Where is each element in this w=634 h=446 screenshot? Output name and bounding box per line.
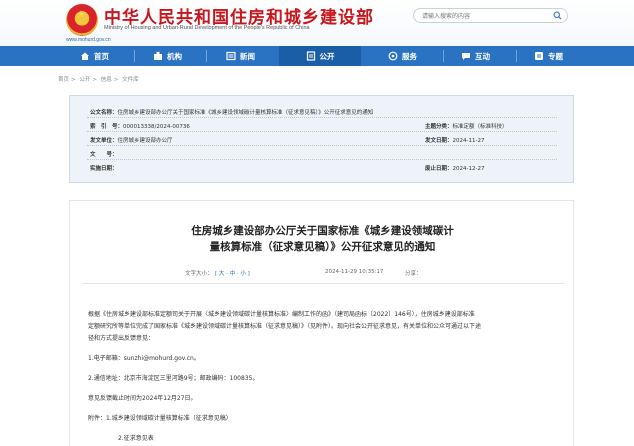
attachment-2[interactable]: 2.征求意见表 xyxy=(118,433,154,442)
info-title-label: 公文名称： xyxy=(90,110,118,116)
nav-label: 专题 xyxy=(548,51,563,61)
nav-divider xyxy=(516,50,517,62)
info-divider xyxy=(87,117,557,118)
contact-email: 1.电子邮箱：sunzhi@mohurd.gov.cn。 xyxy=(88,355,200,362)
site-subtitle: Ministry of Housing and Urban-Rural Deve… xyxy=(104,25,310,31)
home-icon xyxy=(81,52,89,60)
nav-label: 新闻 xyxy=(240,51,255,61)
service-icon xyxy=(388,51,398,61)
info-docno-row: 文 号： xyxy=(90,150,118,158)
breadcrumb-library[interactable]: 文件库 xyxy=(122,77,139,83)
search-box xyxy=(413,8,568,23)
info-category-label: 主题分类： xyxy=(425,124,453,130)
info-abolish-label: 废止日期： xyxy=(425,166,453,172)
nav-label: 互动 xyxy=(475,51,490,61)
attachment-1[interactable]: 附件：1.城乡建设领域碳计量核算标准（征求意见稿） xyxy=(88,413,232,422)
info-org-value: 住房城乡建设部办公厅 xyxy=(117,138,173,144)
font-size-label: 文字大小： xyxy=(185,271,213,277)
info-docno-label: 文 号： xyxy=(90,152,118,158)
info-divider xyxy=(87,159,557,160)
article-paragraph: 根据《住房城乡建设部标准定额司关于开展〈城乡建设领域碳计量核算标准〉编制工作的函… xyxy=(88,311,475,318)
info-abolish-row: 废止日期：2024-12-27 xyxy=(425,164,484,172)
article-paragraph: 定额研究所等单位完成了国家标准《城乡建设领域碳计量核算标准（征求意见稿）》（见附… xyxy=(88,323,482,330)
chat-icon xyxy=(462,53,470,60)
site-header: ★ 中华人民共和国住房和城乡建设部 Ministry of Housing an… xyxy=(0,0,634,46)
nav-divider xyxy=(134,50,135,62)
breadcrumb-separator: > xyxy=(113,77,119,83)
breadcrumb-separator: > xyxy=(71,77,76,83)
article-date: 2024-11-29 10:35:17 xyxy=(325,269,384,275)
info-category-value: 标准定额（标准科技） xyxy=(452,124,508,130)
deadline-text: 意见反馈截止时间为2024年12月27日。 xyxy=(88,395,197,402)
nav-item-home[interactable]: 首页 xyxy=(80,46,109,66)
font-size-switcher[interactable]: [ 大 · 中 · 小 ] xyxy=(215,269,250,277)
nav-item-topic[interactable]: 专题 xyxy=(534,46,563,66)
open-icon xyxy=(306,51,315,61)
nav-label: 服务 xyxy=(402,51,417,61)
emblem-star-icon: ★ xyxy=(76,8,86,21)
main-nav: 首页 机构 新闻 公开 服务 互动 专题 xyxy=(0,46,634,66)
info-org-label: 发文单位： xyxy=(90,138,118,144)
breadcrumb-info[interactable]: 信息 xyxy=(101,77,112,83)
breadcrumb-home[interactable]: 首页 xyxy=(58,77,69,83)
document-info-box: 公文名称：住房城乡建设部办公厅关于国家标准《城乡建设领域碳计量核算标准（征求意见… xyxy=(69,95,574,183)
info-category-row: 主题分类：标准定额（标准科技） xyxy=(425,122,508,130)
share-label: 分享： xyxy=(405,271,422,277)
info-date-value: 2024-11-27 xyxy=(452,138,485,144)
contact-address: 2.通信地址：北京市海淀区三里河路9号；邮政编码：100835。 xyxy=(88,375,259,382)
info-org-row: 发文单位：住房城乡建设部办公厅 xyxy=(90,136,173,144)
info-date-row: 发文日期：2024-11-27 xyxy=(425,136,484,144)
info-effective-label: 实施日期： xyxy=(90,166,118,172)
info-title-value: 住房城乡建设部办公厅关于国家标准《城乡建设领域碳计量核算标准（征求意见稿）》公开… xyxy=(117,110,374,116)
nav-item-interact[interactable]: 互动 xyxy=(461,46,490,66)
info-date-label: 发文日期： xyxy=(425,138,453,144)
nav-label: 首页 xyxy=(94,51,109,61)
info-divider xyxy=(87,131,557,132)
site-url: www.mohurd.gov.cn xyxy=(66,37,111,43)
nav-item-open[interactable]: 公开 xyxy=(279,46,361,66)
info-index-value: 000013338/2024-00736 xyxy=(123,124,190,130)
article-panel: 住房城乡建设部办公厅关于国家标准《城乡建设领域碳计 量核算标准（征求意见稿）》公… xyxy=(69,200,574,446)
nav-label: 公开 xyxy=(319,51,335,61)
meta-divider xyxy=(82,283,564,284)
info-title-row: 公文名称：住房城乡建设部办公厅关于国家标准《城乡建设领域碳计量核算标准（征求意见… xyxy=(90,108,373,116)
article-paragraph: 径和方式提出反馈意见： xyxy=(88,335,155,342)
news-icon xyxy=(226,51,236,61)
nav-divider xyxy=(206,50,207,62)
nav-item-org[interactable]: 机构 xyxy=(153,46,182,66)
info-index-label: 索 引 号： xyxy=(90,124,124,130)
nav-divider xyxy=(443,50,444,62)
info-abolish-value: 2024-12-27 xyxy=(452,166,485,172)
breadcrumb-separator: > xyxy=(92,77,97,83)
breadcrumb: 首页 > 公开 > 信息 > 文件库 xyxy=(58,75,141,83)
breadcrumb-open[interactable]: 公开 xyxy=(79,77,90,83)
nav-label: 机构 xyxy=(167,51,182,61)
search-input[interactable] xyxy=(422,11,547,21)
nav-item-news[interactable]: 新闻 xyxy=(226,46,255,66)
info-effective-row: 实施日期： xyxy=(90,164,118,172)
info-divider xyxy=(87,145,557,146)
org-icon xyxy=(154,51,162,60)
topic-icon xyxy=(535,52,543,60)
article-title-line2: 量核算标准（征求意见稿）》公开征求意见的通知 xyxy=(209,241,436,253)
article-title-line1: 住房城乡建设部办公厅关于国家标准《城乡建设领域碳计 xyxy=(191,225,454,237)
info-index-row: 索 引 号：000013338/2024-00736 xyxy=(90,122,190,130)
search-icon[interactable] xyxy=(553,11,562,20)
nav-item-service[interactable]: 服务 xyxy=(388,46,417,66)
